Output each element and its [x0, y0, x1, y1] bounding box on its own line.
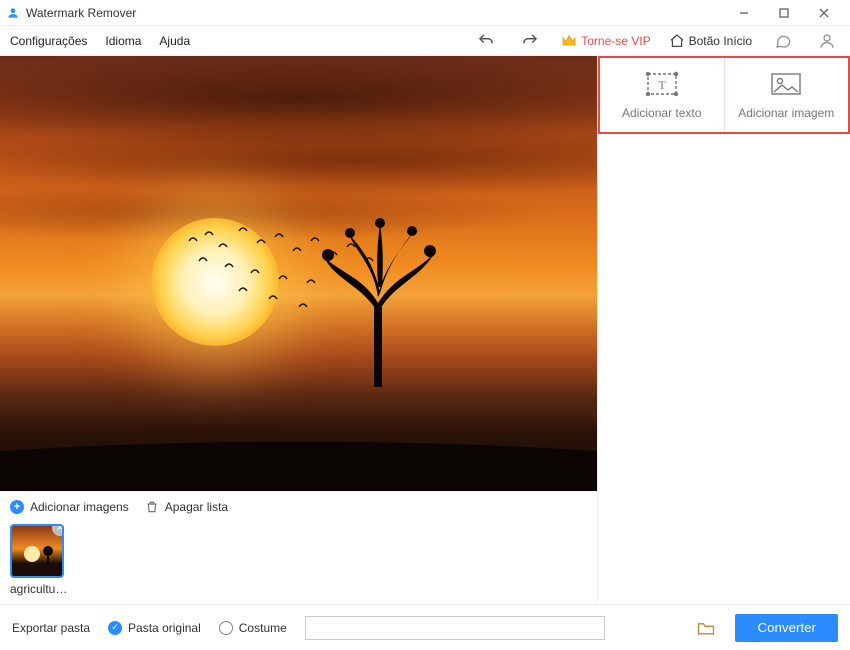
- titlebar: Watermark Remover: [0, 0, 850, 26]
- export-custom-label: Costume: [239, 621, 287, 635]
- image-icon: [768, 70, 804, 98]
- add-image-label: Adicionar imagem: [738, 106, 834, 120]
- window-close-button[interactable]: [804, 0, 844, 26]
- menubar: Configurações Idioma Ajuda Torne-se VIP …: [0, 26, 850, 56]
- app-logo-icon: [6, 6, 20, 20]
- window-maximize-button[interactable]: [764, 0, 804, 26]
- radio-unchecked-icon: [219, 621, 233, 635]
- footer: Exportar pasta Pasta original Costume Co…: [0, 604, 850, 650]
- clear-list-button[interactable]: Apagar lista: [145, 500, 228, 514]
- home-label: Botão Início: [689, 34, 752, 48]
- home-button[interactable]: Botão Início: [669, 33, 752, 49]
- thumbnail-name: agricultur...: [10, 582, 68, 596]
- menu-config[interactable]: Configurações: [10, 34, 87, 48]
- left-column: + Adicionar imagens Apagar lista × agric…: [0, 56, 597, 604]
- undo-button[interactable]: [473, 28, 499, 54]
- menu-help[interactable]: Ajuda: [159, 34, 190, 48]
- image-preview[interactable]: [0, 56, 597, 491]
- crown-icon: [561, 33, 577, 49]
- browse-folder-button[interactable]: [695, 617, 717, 639]
- export-folder-label: Exportar pasta: [12, 621, 90, 635]
- add-image-button[interactable]: Adicionar imagem: [724, 58, 849, 132]
- convert-button[interactable]: Converter: [735, 614, 838, 642]
- export-custom-option[interactable]: Costume: [219, 621, 287, 635]
- plus-icon: +: [10, 500, 24, 514]
- thumbnail-item[interactable]: × agricultur...: [10, 524, 68, 596]
- thumbnail-bar: + Adicionar imagens Apagar lista × agric…: [0, 491, 597, 604]
- window-title: Watermark Remover: [26, 6, 136, 20]
- vip-label: Torne-se VIP: [581, 34, 650, 48]
- clear-list-label: Apagar lista: [165, 500, 228, 514]
- export-original-label: Pasta original: [128, 621, 201, 635]
- redo-button[interactable]: [517, 28, 543, 54]
- add-images-button[interactable]: + Adicionar imagens: [10, 500, 129, 514]
- export-path-input[interactable]: [305, 616, 605, 640]
- text-box-icon: T: [644, 70, 680, 98]
- window-minimize-button[interactable]: [724, 0, 764, 26]
- vip-button[interactable]: Torne-se VIP: [561, 33, 650, 49]
- export-original-option[interactable]: Pasta original: [108, 621, 201, 635]
- add-text-label: Adicionar texto: [622, 106, 701, 120]
- feedback-button[interactable]: [770, 28, 796, 54]
- radio-checked-icon: [108, 621, 122, 635]
- main-area: + Adicionar imagens Apagar lista × agric…: [0, 56, 850, 604]
- menu-language[interactable]: Idioma: [105, 34, 141, 48]
- trash-icon: [145, 500, 159, 514]
- add-images-label: Adicionar imagens: [30, 500, 129, 514]
- right-panel: T Adicionar texto Adicionar imagem: [597, 56, 850, 604]
- add-text-button[interactable]: T Adicionar texto: [600, 58, 724, 132]
- svg-text:T: T: [658, 78, 666, 92]
- account-button[interactable]: [814, 28, 840, 54]
- home-icon: [669, 33, 685, 49]
